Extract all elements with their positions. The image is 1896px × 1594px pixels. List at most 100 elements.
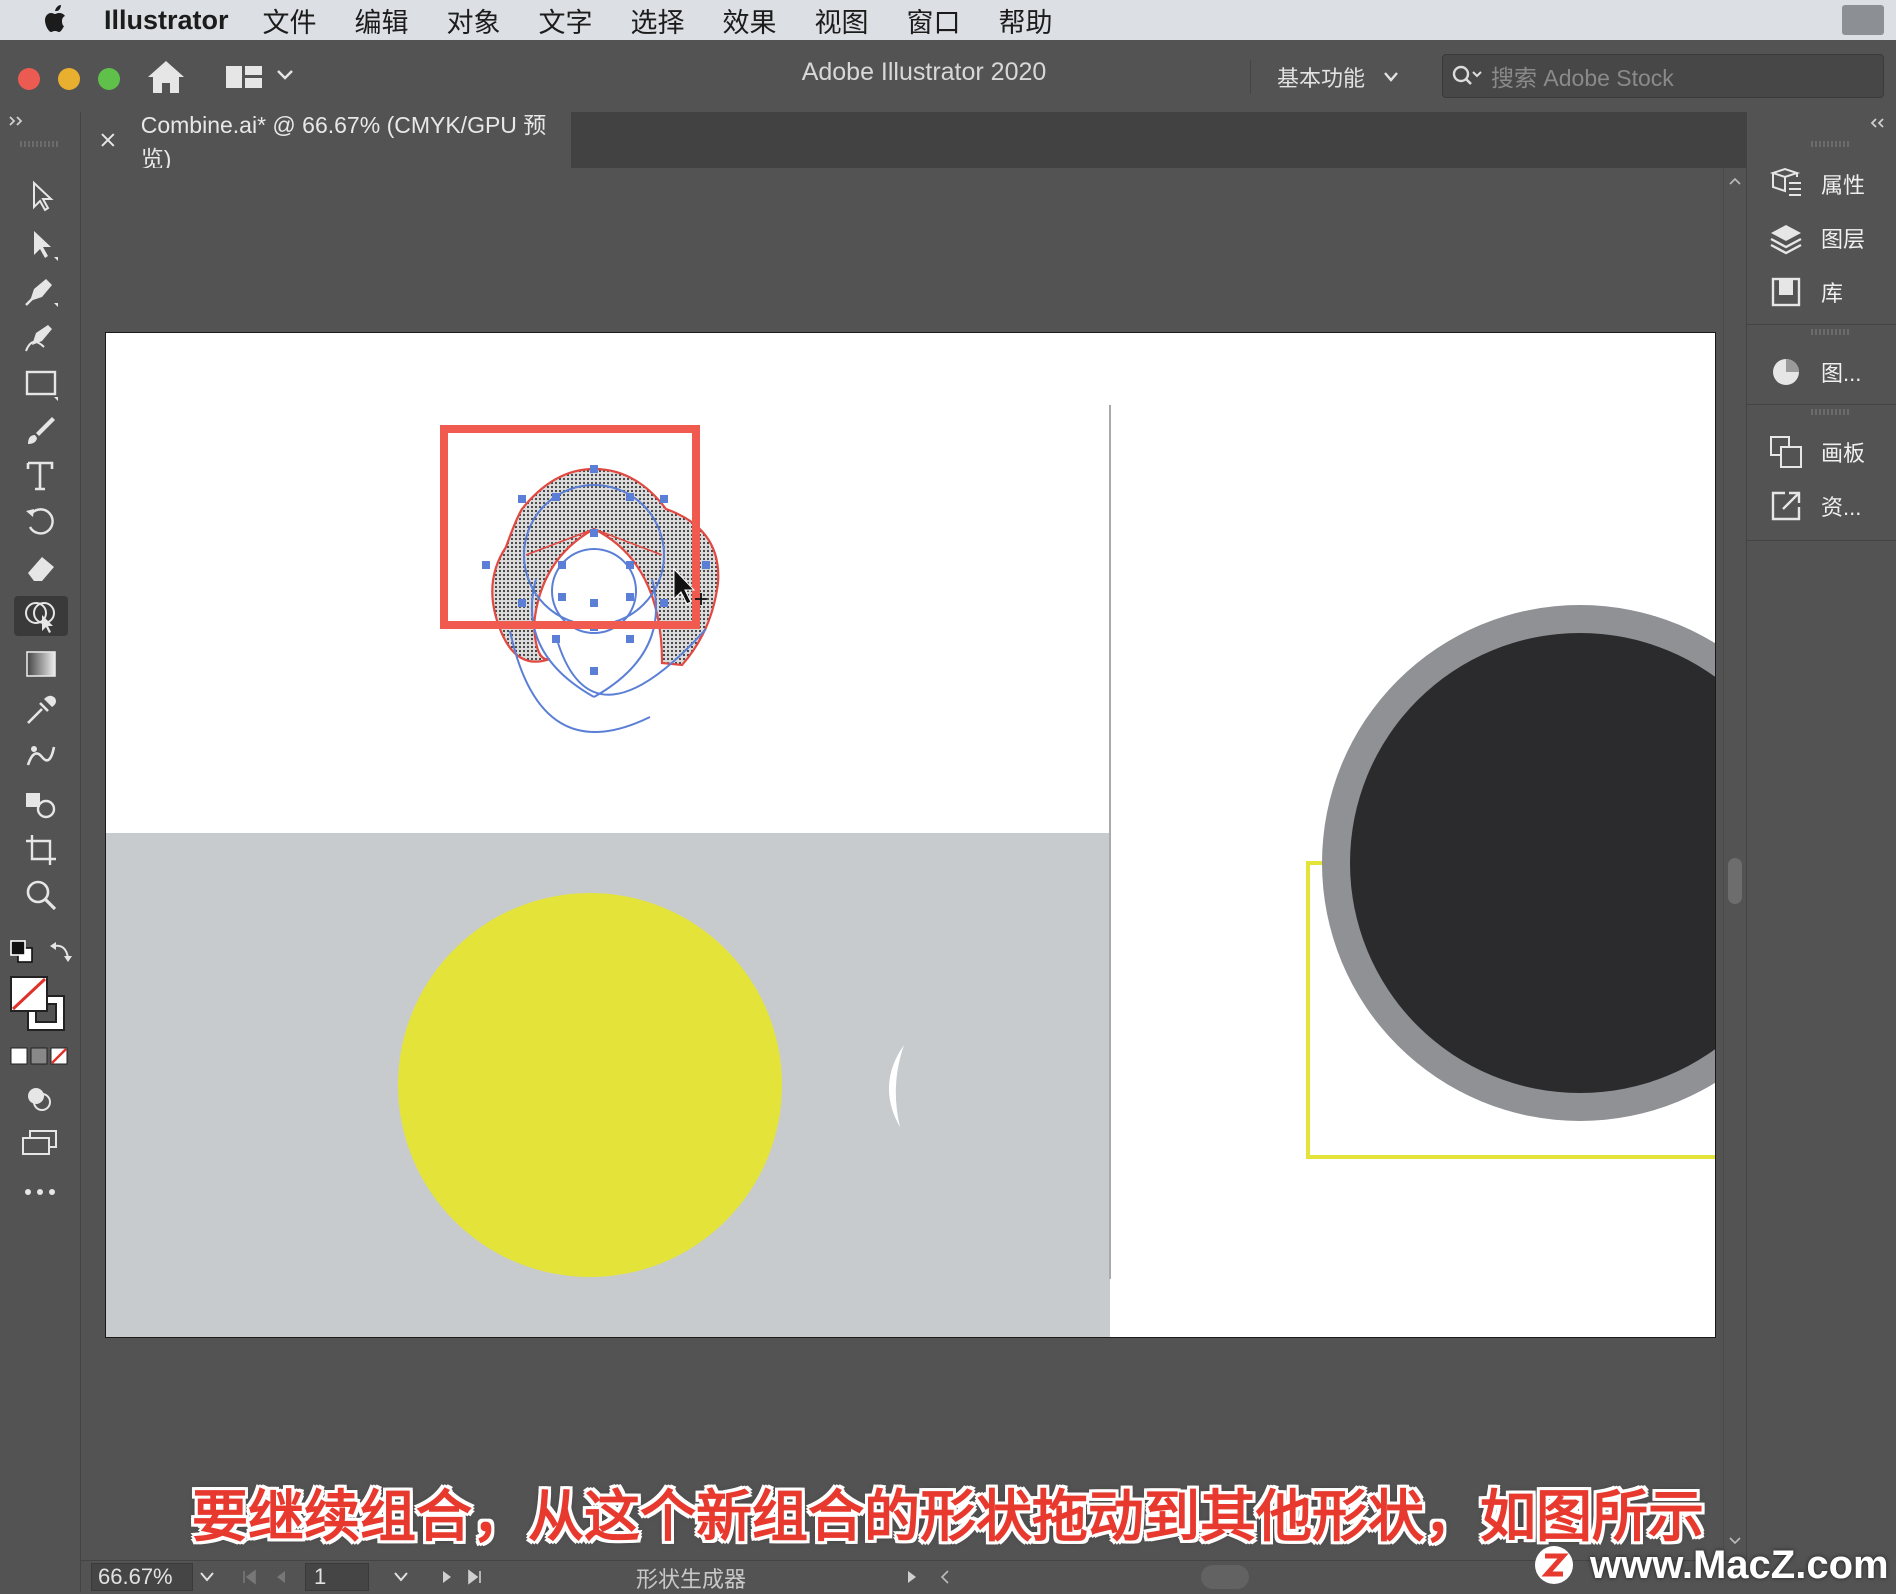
status-menu-icon[interactable] <box>905 1569 919 1585</box>
control-center-icon[interactable] <box>1842 5 1884 35</box>
rotate-tool[interactable] <box>14 502 68 542</box>
collapse-panel-icon[interactable] <box>1869 116 1887 130</box>
direct-selection-tool[interactable] <box>14 224 68 264</box>
combined-shape[interactable] <box>491 467 720 667</box>
previous-artboard-icon[interactable] <box>273 1569 289 1585</box>
vertical-scroll-thumb[interactable] <box>1728 858 1742 904</box>
swap-fill-stroke-icon[interactable] <box>48 938 74 964</box>
document-tab-bar: Combine.ai* @ 66.67% (CMYK/GPU 预览) <box>81 112 1746 172</box>
menu-help[interactable]: 帮助 <box>999 1 1053 40</box>
workspace-label: 基本功能 <box>1277 66 1366 91</box>
panel-asset-export-label: 资... <box>1821 495 1862 520</box>
curvature-tool[interactable] <box>14 316 68 356</box>
last-artboard-icon[interactable] <box>467 1569 483 1585</box>
eyedropper-tool-icon <box>27 695 56 724</box>
pen-tool[interactable] <box>14 270 68 310</box>
next-artboard-icon[interactable] <box>439 1569 455 1585</box>
dock-separator <box>1747 540 1896 541</box>
close-icon[interactable] <box>99 131 117 149</box>
puppet-warp-tool-icon <box>26 746 56 766</box>
menu-select[interactable]: 选择 <box>631 1 685 40</box>
menu-bar: Illustrator 文件 编辑 对象 文字 选择 效果 视图 窗口 帮助 <box>0 0 1896 40</box>
screen-mode-icon[interactable] <box>20 1128 60 1158</box>
gradient-tool[interactable] <box>14 644 68 684</box>
panel-artboards[interactable]: 画板 <box>1767 430 1896 474</box>
horizontal-scroll-thumb[interactable] <box>1201 1565 1249 1589</box>
chevron-down-icon[interactable] <box>199 1571 215 1583</box>
zoom-tool[interactable] <box>14 876 68 916</box>
document-tab[interactable]: Combine.ai* @ 66.67% (CMYK/GPU 预览) <box>81 112 571 172</box>
panel-properties[interactable]: 属性 <box>1767 162 1896 206</box>
libraries-icon <box>1771 277 1801 307</box>
panel-libraries-label: 库 <box>1821 281 1844 306</box>
more-tools-icon[interactable] <box>24 1186 56 1198</box>
apple-icon[interactable] <box>38 2 74 38</box>
panel-grip[interactable] <box>1811 140 1849 148</box>
panel-grip[interactable] <box>20 140 58 148</box>
drawing-mode-icon[interactable] <box>24 1084 56 1114</box>
artboards-icon <box>1770 436 1802 468</box>
panel-layers[interactable]: 图层 <box>1767 216 1896 260</box>
app-menu[interactable]: Illustrator <box>104 5 229 36</box>
rectangle-tool[interactable] <box>14 364 68 404</box>
shape-builder-tool[interactable] <box>14 596 68 636</box>
layers-icon <box>1770 225 1802 255</box>
menu-edit[interactable]: 编辑 <box>355 1 409 40</box>
menu-effect[interactable]: 效果 <box>723 1 777 40</box>
artboard[interactable] <box>105 332 1716 1338</box>
panel-asset-export[interactable]: 资... <box>1767 484 1896 528</box>
search-input[interactable]: 搜索 Adobe Stock <box>1491 59 1674 93</box>
default-fill-stroke-icon[interactable] <box>8 938 36 964</box>
type-tool[interactable] <box>14 456 68 496</box>
artboard-tool[interactable] <box>14 830 68 870</box>
panel-graphic-styles[interactable]: 图... <box>1767 350 1896 394</box>
search-icon <box>1452 65 1482 85</box>
vertical-scrollbar[interactable] <box>1723 168 1746 1560</box>
graphic-styles-icon <box>1773 359 1799 385</box>
properties-icon <box>1769 167 1801 196</box>
panel-libraries[interactable]: 库 <box>1767 270 1896 314</box>
canvas-area[interactable] <box>81 168 1746 1560</box>
chevron-down-icon[interactable] <box>393 1571 409 1583</box>
gradient-tool-icon <box>26 651 56 677</box>
panel-grip[interactable] <box>1811 328 1849 336</box>
stock-search-field[interactable]: 搜索 Adobe Stock <box>1442 54 1884 98</box>
puppet-warp-tool[interactable] <box>14 736 68 776</box>
zoom-tool-icon <box>26 880 57 911</box>
scroll-up-icon[interactable] <box>1728 176 1742 186</box>
menu-type[interactable]: 文字 <box>539 1 593 40</box>
paintbrush-tool-icon <box>28 417 55 444</box>
eraser-tool[interactable] <box>14 548 68 588</box>
scroll-left-icon[interactable] <box>939 1569 951 1585</box>
menu-window[interactable]: 窗口 <box>907 1 961 40</box>
selection-tool-icon <box>33 180 54 212</box>
document-tab-label: Combine.ai* @ 66.67% (CMYK/GPU 预览) <box>140 112 547 172</box>
panel-grip[interactable] <box>1811 408 1849 416</box>
fill-stroke-swatch[interactable] <box>8 974 72 1036</box>
menu-object[interactable]: 对象 <box>447 1 501 40</box>
watermark: www.MacZ.com <box>1534 1538 1889 1592</box>
panel-graphic-styles-label: 图... <box>1821 361 1862 386</box>
artwork[interactable] <box>106 333 1715 1337</box>
shape-builder-tool-icon <box>25 602 55 633</box>
curvature-tool-icon <box>25 325 52 352</box>
zoom-level-field[interactable]: 66.67% <box>91 1563 193 1591</box>
expand-panel-icon[interactable] <box>8 114 26 128</box>
asset-export-icon <box>1771 491 1801 521</box>
yellow-circle[interactable] <box>398 893 782 1277</box>
rotate-tool-icon <box>26 508 54 535</box>
dock-separator <box>1747 404 1896 405</box>
color-mode-icons[interactable] <box>10 1046 68 1066</box>
eyedropper-tool[interactable] <box>14 690 68 730</box>
symbol-sprayer-tool-icon <box>26 793 56 819</box>
menu-view[interactable]: 视图 <box>815 1 869 40</box>
artboard-number-field[interactable]: 1 <box>305 1563 369 1591</box>
paintbrush-tool[interactable] <box>14 410 68 450</box>
selection-tool[interactable] <box>14 176 68 216</box>
menu-file[interactable]: 文件 <box>263 1 317 40</box>
artboard-number-value: 1 <box>314 1564 327 1589</box>
type-tool-icon <box>26 461 54 491</box>
symbol-sprayer-tool[interactable] <box>14 784 68 824</box>
workspace-switcher[interactable]: 基本功能 <box>1250 60 1457 94</box>
first-artboard-icon[interactable] <box>241 1569 257 1585</box>
